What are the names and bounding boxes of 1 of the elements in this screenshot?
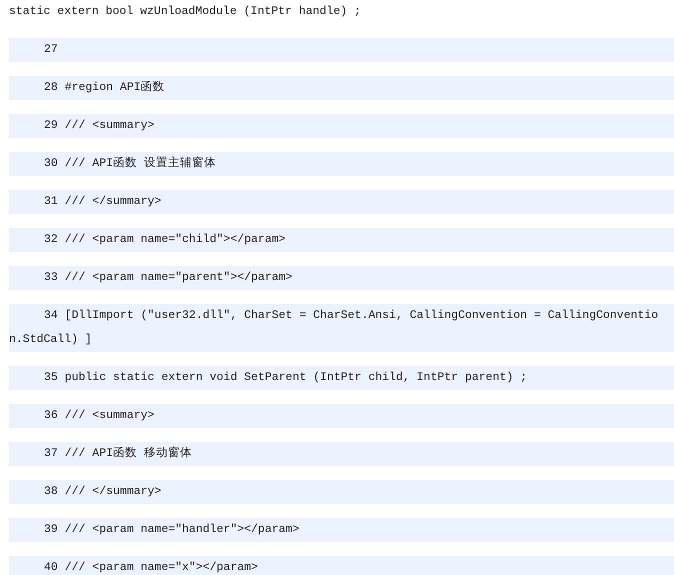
code-line: static extern bool wzUnloadModule (IntPtr handle) ; xyxy=(9,4,362,20)
